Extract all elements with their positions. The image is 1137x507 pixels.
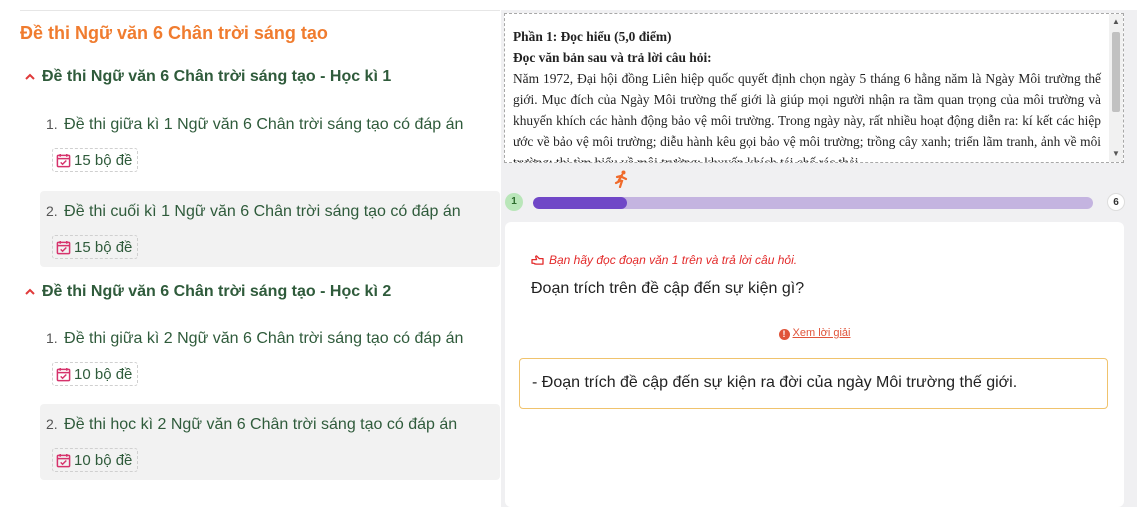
exam-list-panel: Đề thi Ngữ văn 6 Chân trời sáng tạo Đề t… bbox=[0, 0, 500, 507]
info-icon: ! bbox=[778, 329, 790, 340]
chevron-up-icon bbox=[25, 73, 35, 80]
reading-content: Phần 1: Đọc hiểu (5,0 điểm) Đọc văn bản … bbox=[505, 14, 1123, 163]
badge-label: 15 bộ đề bbox=[74, 151, 133, 169]
progress-start-badge: 1 bbox=[505, 193, 523, 211]
list-item-title[interactable]: 1. Đề thi giữa kì 1 Ngữ văn 6 Chân trời … bbox=[46, 116, 463, 134]
section-heading-hk1[interactable]: Đề thi Ngữ văn 6 Chân trời sáng tạo - Họ… bbox=[24, 68, 391, 86]
section-heading-label: Đề thi Ngữ văn 6 Chân trời sáng tạo - Họ… bbox=[42, 283, 392, 300]
reading-scrollbar[interactable]: ▲ ▼ bbox=[1109, 14, 1123, 162]
hand-pointing-icon bbox=[531, 254, 544, 265]
runner-icon bbox=[614, 170, 628, 188]
reading-passage: Năm 1972, Đại hội đồng Liên hiệp quốc qu… bbox=[513, 71, 1101, 163]
view-solution-label[interactable]: Xem lời giải bbox=[793, 327, 851, 339]
scroll-up-arrow-icon[interactable]: ▲ bbox=[1111, 16, 1121, 28]
list-item[interactable]: 1. Đề thi giữa kì 1 Ngữ văn 6 Chân trời … bbox=[40, 104, 500, 180]
scrollbar-thumb[interactable] bbox=[1112, 32, 1120, 112]
quiz-panel: Phần 1: Đọc hiểu (5,0 điểm) Đọc văn bản … bbox=[501, 10, 1137, 507]
page-title: Đề thi Ngữ văn 6 Chân trời sáng tạo bbox=[20, 23, 328, 43]
list-item-number: 1. bbox=[46, 116, 58, 132]
scroll-down-arrow-icon[interactable]: ▼ bbox=[1111, 148, 1121, 160]
count-badge[interactable]: 10 bộ đề bbox=[52, 362, 139, 386]
list-item-label[interactable]: Đề thi giữa kì 1 Ngữ văn 6 Chân trời sán… bbox=[64, 116, 463, 133]
calendar-check-icon bbox=[56, 367, 71, 381]
list-item-title[interactable]: 2. Đề thi cuối kì 1 Ngữ văn 6 Chân trời … bbox=[46, 203, 461, 221]
progress-total-badge: 6 bbox=[1107, 193, 1125, 211]
progress-fill bbox=[533, 197, 627, 209]
question-card: Bạn hãy đọc đoạn văn 1 trên và trả lời c… bbox=[505, 222, 1124, 507]
count-badge[interactable]: 15 bộ đề bbox=[52, 148, 139, 172]
hint-text: Bạn hãy đọc đoạn văn 1 trên và trả lời c… bbox=[549, 253, 798, 267]
list-item[interactable]: 2. Đề thi học kì 2 Ngữ văn 6 Chân trời s… bbox=[40, 404, 500, 480]
calendar-check-icon bbox=[56, 453, 71, 467]
reading-instruction: Đọc văn bản sau và trả lời câu hỏi: bbox=[513, 50, 712, 65]
list-item-label[interactable]: Đề thi học kì 2 Ngữ văn 6 Chân trời sáng… bbox=[64, 416, 457, 433]
list-item-title[interactable]: 2. Đề thi học kì 2 Ngữ văn 6 Chân trời s… bbox=[46, 416, 457, 434]
list-item-label[interactable]: Đề thi giữa kì 2 Ngữ văn 6 Chân trời sán… bbox=[64, 330, 463, 347]
list-item-number: 2. bbox=[46, 416, 58, 432]
reading-passage-box[interactable]: Phần 1: Đọc hiểu (5,0 điểm) Đọc văn bản … bbox=[504, 13, 1124, 163]
question-progress: 1 6 bbox=[505, 193, 1125, 213]
calendar-check-icon bbox=[56, 240, 71, 254]
answer-box: - Đoạn trích đề cập đến sự kiện ra đời c… bbox=[519, 358, 1108, 409]
list-item-number: 2. bbox=[46, 203, 58, 219]
question-hint: Bạn hãy đọc đoạn văn 1 trên và trả lời c… bbox=[531, 253, 797, 267]
list-item[interactable]: 2. Đề thi cuối kì 1 Ngữ văn 6 Chân trời … bbox=[40, 191, 500, 267]
chevron-up-icon bbox=[25, 288, 35, 295]
list-item-label[interactable]: Đề thi cuối kì 1 Ngữ văn 6 Chân trời sán… bbox=[64, 203, 461, 220]
list-item[interactable]: 1. Đề thi giữa kì 2 Ngữ văn 6 Chân trời … bbox=[40, 318, 500, 394]
part-heading: Phần 1: Đọc hiểu (5,0 điểm) bbox=[513, 29, 672, 44]
answer-text: - Đoạn trích đề cập đến sự kiện ra đời c… bbox=[532, 374, 1018, 391]
count-badge[interactable]: 15 bộ đề bbox=[52, 235, 139, 259]
view-solution-link[interactable]: ! Xem lời giải bbox=[505, 327, 1124, 340]
count-badge[interactable]: 10 bộ đề bbox=[52, 448, 139, 472]
badge-label: 15 bộ đề bbox=[74, 238, 133, 256]
question-text: Đoạn trích trên đề cập đến sự kiện gì? bbox=[531, 280, 805, 297]
divider bbox=[20, 10, 500, 11]
section-heading-label: Đề thi Ngữ văn 6 Chân trời sáng tạo - Họ… bbox=[42, 68, 392, 85]
list-item-number: 1. bbox=[46, 330, 58, 346]
calendar-check-icon bbox=[56, 153, 71, 167]
list-item-title[interactable]: 1. Đề thi giữa kì 2 Ngữ văn 6 Chân trời … bbox=[46, 330, 463, 348]
section-heading-hk2[interactable]: Đề thi Ngữ văn 6 Chân trời sáng tạo - Họ… bbox=[24, 283, 391, 301]
badge-label: 10 bộ đề bbox=[74, 365, 133, 383]
badge-label: 10 bộ đề bbox=[74, 451, 133, 469]
progress-track bbox=[533, 197, 1093, 209]
